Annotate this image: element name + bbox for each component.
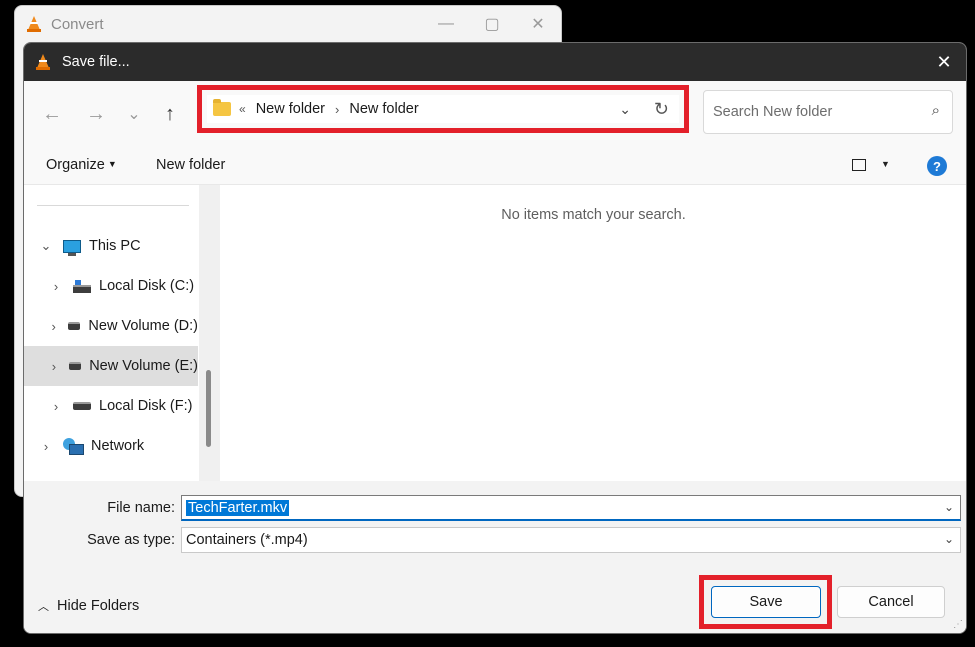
chevron-down-icon[interactable]: ⌄	[944, 500, 954, 514]
chevron-down-icon[interactable]: ⌄	[944, 532, 954, 546]
vlc-cone-icon	[36, 54, 50, 70]
organize-button[interactable]: Organize ▼	[46, 157, 117, 173]
dialog-title: Save file...	[62, 54, 130, 70]
chevron-down-icon[interactable]: ⌄	[619, 101, 631, 118]
command-bar: Organize ▼ New folder ▼ ?	[24, 145, 966, 185]
network-icon	[63, 438, 84, 455]
close-icon[interactable]: ✕	[515, 6, 561, 42]
address-bar[interactable]: « New folder › New folder ⌄ ↻	[207, 95, 679, 123]
pc-icon	[63, 239, 81, 256]
file-name-value[interactable]: TechFarter.mkv	[186, 499, 290, 516]
save-button[interactable]: Save	[711, 586, 821, 618]
dialog-footer: File name: TechFarter.mkv ⌄ Save as type…	[24, 481, 966, 633]
search-placeholder: Search New folder	[713, 104, 833, 120]
sidebar-item-new-volume-e[interactable]: › New Volume (E:)	[24, 346, 198, 386]
navigation-bar: ← → ⌄ ↑ « New folder › New folder ⌄ ↻ Se…	[24, 81, 966, 145]
breadcrumb-item[interactable]: New folder	[349, 101, 418, 117]
up-button[interactable]: ↑	[155, 99, 185, 129]
search-icon[interactable]: ⌕	[932, 102, 940, 119]
help-icon[interactable]: ?	[927, 156, 947, 176]
file-name-field[interactable]: TechFarter.mkv ⌄	[181, 495, 961, 521]
disk-icon	[68, 362, 82, 370]
sidebar-item-this-pc[interactable]: ⌄ This PC	[24, 226, 198, 266]
caret-down-icon: ▼	[107, 159, 117, 169]
minimize-icon[interactable]: —	[423, 6, 469, 42]
forward-button[interactable]: →	[81, 99, 111, 129]
sidebar-item-label: Local Disk (F:)	[99, 398, 193, 414]
sidebar-item-local-disk-f[interactable]: › Local Disk (F:)	[24, 386, 198, 426]
sidebar-item-local-disk-c[interactable]: › Local Disk (C:)	[24, 266, 198, 306]
hide-folders-label: Hide Folders	[57, 598, 140, 614]
file-list[interactable]: No items match your search.	[221, 185, 966, 481]
chevron-right-icon[interactable]: ›	[49, 279, 63, 294]
empty-message: No items match your search.	[501, 207, 686, 223]
address-overflow[interactable]: «	[239, 102, 246, 116]
chevron-down-icon[interactable]: ⌄	[39, 238, 53, 254]
convert-title: Convert	[51, 15, 104, 33]
disk-icon	[73, 402, 91, 410]
navigation-pane: ⌄ This PC › Local Disk (C:) › New Volume…	[24, 185, 220, 481]
sidebar-item-new-volume-d[interactable]: › New Volume (D:)	[24, 306, 199, 346]
caret-down-icon[interactable]: ▼	[881, 159, 890, 169]
address-highlight-box: « New folder › New folder ⌄ ↻	[197, 85, 689, 133]
sidebar-item-label: Network	[91, 438, 145, 454]
windows-disk-icon	[73, 279, 91, 293]
recent-locations-button[interactable]: ⌄	[119, 99, 149, 129]
dialog-titlebar: Save file...	[24, 43, 966, 81]
chevron-right-icon[interactable]: ›	[49, 399, 63, 414]
search-input[interactable]: Search New folder ⌕	[703, 90, 953, 134]
save-as-type-select[interactable]: Containers (*.mp4) ⌄	[181, 527, 961, 553]
maximize-icon[interactable]: ▢	[469, 6, 515, 42]
chevron-right-icon[interactable]: ›	[49, 359, 59, 374]
chevron-right-icon[interactable]: ›	[49, 319, 58, 334]
chevron-right-icon[interactable]: ›	[335, 102, 339, 117]
folder-icon	[213, 99, 231, 116]
divider	[37, 205, 189, 206]
refresh-icon[interactable]: ↻	[654, 99, 669, 120]
scrollbar-thumb[interactable]	[206, 370, 211, 447]
sidebar-item-label: New Volume (D:)	[88, 318, 198, 334]
view-icon[interactable]	[852, 159, 866, 171]
breadcrumb-item[interactable]: New folder	[256, 101, 325, 117]
chevron-up-icon: ︿	[38, 601, 49, 613]
disk-icon	[68, 322, 81, 330]
chevron-right-icon[interactable]: ›	[39, 439, 53, 454]
save-as-type-value: Containers (*.mp4)	[186, 532, 308, 548]
new-folder-button[interactable]: New folder	[156, 157, 225, 173]
save-as-type-label: Save as type:	[87, 532, 175, 548]
file-name-label: File name:	[107, 500, 175, 516]
dialog-close-button[interactable]: ✕	[922, 43, 966, 81]
vlc-cone-icon	[27, 16, 41, 32]
resize-grip-icon[interactable]: ⋰	[953, 619, 963, 630]
back-button[interactable]: ←	[37, 99, 67, 129]
sidebar-item-label: New Volume (E:)	[89, 358, 198, 374]
save-file-dialog: Save file... ✕ ← → ⌄ ↑ « New folder › Ne…	[23, 42, 967, 634]
sidebar-item-label: This PC	[89, 238, 141, 254]
sidebar-item-network[interactable]: › Network	[24, 426, 198, 466]
cancel-button[interactable]: Cancel	[837, 586, 945, 618]
organize-label: Organize	[46, 157, 105, 173]
sidebar-item-label: Local Disk (C:)	[99, 278, 195, 294]
hide-folders-button[interactable]: ︿ Hide Folders	[38, 598, 139, 614]
